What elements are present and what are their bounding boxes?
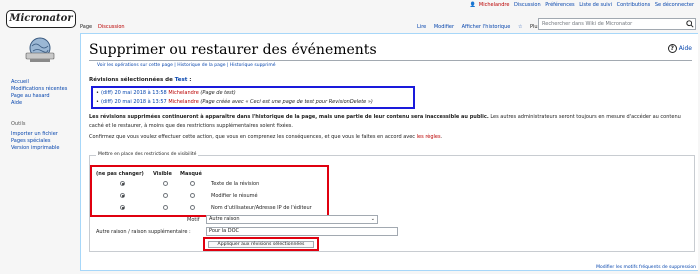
diff-link[interactable]: (diff) bbox=[101, 99, 113, 105]
radio-text-visible[interactable] bbox=[163, 181, 168, 186]
apply-button-highlight: Appliquer aux révisions sélectionnées bbox=[203, 237, 319, 251]
diff-link[interactable]: (diff) bbox=[101, 90, 113, 96]
sidebar-item-printable[interactable]: Version imprimable bbox=[11, 145, 59, 152]
page-title: Supprimer ou restaurer des événements bbox=[89, 42, 377, 58]
contributions-link[interactable]: Contributions bbox=[617, 2, 651, 8]
col-header-hidden: Masqué bbox=[180, 171, 202, 177]
help-icon: ? bbox=[667, 44, 677, 53]
motif-value: Autre raison bbox=[209, 216, 240, 222]
tab-read[interactable]: Lire bbox=[417, 24, 426, 30]
chevron-down-icon: ⌄ bbox=[370, 216, 375, 222]
radio-summary-no-change[interactable] bbox=[120, 193, 125, 198]
row-label-revision-text: Texte de la révision bbox=[211, 181, 260, 187]
tab-page[interactable]: Page bbox=[80, 21, 92, 33]
tab-discussion[interactable]: Discussion bbox=[98, 21, 125, 33]
row-label-edit-summary: Modifier le résumé bbox=[211, 193, 258, 199]
warning-text: Les révisions supprimées continueront à … bbox=[89, 113, 695, 131]
sidebar-item-special-pages[interactable]: Pages spéciales bbox=[11, 138, 59, 145]
col-header-visible: Visible bbox=[153, 171, 172, 177]
visibility-legend: Mettre en place des restrictions de visi… bbox=[96, 152, 199, 157]
rules-link[interactable]: les règles bbox=[417, 134, 441, 140]
revision-user-link[interactable]: Michelandre bbox=[168, 90, 199, 96]
radio-text-hidden[interactable] bbox=[190, 181, 195, 186]
reason-label: Autre raison / raison supplémentaire : bbox=[96, 229, 191, 235]
view-tabs: Lire Modifier Afficher l'historique ☆ Pl… bbox=[411, 21, 546, 33]
bullet-icon: • bbox=[96, 99, 99, 105]
help-label: Aide bbox=[678, 45, 692, 52]
revision-summary: (Page de test) bbox=[200, 90, 236, 96]
tab-history[interactable]: Afficher l'historique bbox=[462, 24, 511, 30]
site-logo[interactable]: Micronator bbox=[6, 10, 76, 28]
user-link[interactable]: Michelandre bbox=[479, 2, 510, 8]
list-item: • (diff) 20 mai 2018 à 13:58 Michelandre … bbox=[96, 90, 236, 96]
title-divider bbox=[89, 60, 692, 61]
radio-user-hidden[interactable] bbox=[190, 205, 195, 210]
radio-text-no-change[interactable] bbox=[120, 181, 125, 186]
bullet-icon: • bbox=[96, 90, 99, 96]
radio-summary-visible[interactable] bbox=[163, 193, 168, 198]
revision-date-link[interactable]: 20 mai 2018 à 13:57 bbox=[114, 99, 166, 105]
list-item: • (diff) 20 mai 2018 à 13:57 Michelandre … bbox=[96, 99, 373, 105]
sidebar-item-upload[interactable]: Importer un fichier bbox=[11, 131, 59, 138]
personal-tools: 👤 Michelandre Discussion Préférences List… bbox=[467, 2, 694, 8]
search-icon[interactable] bbox=[686, 20, 694, 28]
radio-summary-hidden[interactable] bbox=[190, 193, 195, 198]
revision-date-link[interactable]: 20 mai 2018 à 13:58 bbox=[114, 90, 166, 96]
sidebar-tools: Outils Importer un fichier Pages spécial… bbox=[11, 121, 59, 152]
revisions-heading-colon: : bbox=[187, 77, 192, 83]
subtitle-links[interactable]: Voir les opérations sur cette page | His… bbox=[97, 63, 276, 68]
search-input[interactable]: Rechercher dans Wiki de Micronator bbox=[538, 18, 696, 30]
globe-logo-icon[interactable] bbox=[22, 34, 58, 64]
motif-label: Motif bbox=[187, 217, 200, 223]
confirm-body: Confirmez que vous voulez effectuer cett… bbox=[89, 134, 417, 140]
motif-select[interactable]: Autre raison ⌄ bbox=[206, 215, 378, 224]
selected-revisions-box: • (diff) 20 mai 2018 à 13:58 Michelandre … bbox=[91, 86, 415, 109]
watchlist-link[interactable]: Liste de suivi bbox=[579, 2, 612, 8]
radio-user-visible[interactable] bbox=[163, 205, 168, 210]
user-icon: 👤 bbox=[469, 2, 476, 8]
personal-discussion-link[interactable]: Discussion bbox=[514, 2, 541, 8]
col-header-no-change: (ne pas changer) bbox=[96, 171, 144, 177]
warning-bold: Les révisions supprimées continueront à … bbox=[89, 114, 489, 120]
sidebar-item-random-page[interactable]: Page au hasard bbox=[11, 93, 67, 100]
radio-user-no-change[interactable] bbox=[120, 205, 125, 210]
preferences-link[interactable]: Préférences bbox=[545, 2, 574, 8]
row-label-username: Nom d'utilisateur/Adresse IP de l'éditeu… bbox=[211, 205, 312, 211]
revision-user-link[interactable]: Michelandre bbox=[168, 99, 199, 105]
tab-edit[interactable]: Modifier bbox=[434, 24, 454, 30]
help-link[interactable]: ? Aide bbox=[667, 44, 692, 53]
edit-deletion-reasons-link[interactable]: Modifier les motifs fréquents de suppres… bbox=[596, 265, 696, 270]
revisions-heading: Révisions sélectionnées de Test : bbox=[89, 77, 192, 83]
revisions-heading-text: Révisions sélectionnées de bbox=[89, 77, 173, 83]
logout-link[interactable]: Se déconnecter bbox=[655, 2, 694, 8]
sidebar-item-recent-changes[interactable]: Modifications récentes bbox=[11, 86, 67, 93]
apply-button[interactable]: Appliquer aux révisions sélectionnées bbox=[208, 241, 314, 248]
sidebar-tools-heading: Outils bbox=[11, 121, 26, 127]
confirm-period: . bbox=[440, 134, 443, 140]
watch-star-icon[interactable]: ☆ bbox=[518, 24, 522, 30]
sidebar-nav: Accueil Modifications récentes Page au h… bbox=[11, 79, 67, 107]
revisions-heading-page-link[interactable]: Test bbox=[175, 77, 188, 83]
revision-summary: (Page créée avec « Ceci est une page de … bbox=[200, 99, 373, 105]
confirm-text: Confirmez que vous voulez effectuer cett… bbox=[89, 134, 442, 140]
sidebar-item-accueil[interactable]: Accueil bbox=[11, 79, 67, 86]
reason-input[interactable]: Pour la DOC bbox=[206, 227, 398, 236]
sidebar-item-help[interactable]: Aide bbox=[11, 100, 67, 107]
